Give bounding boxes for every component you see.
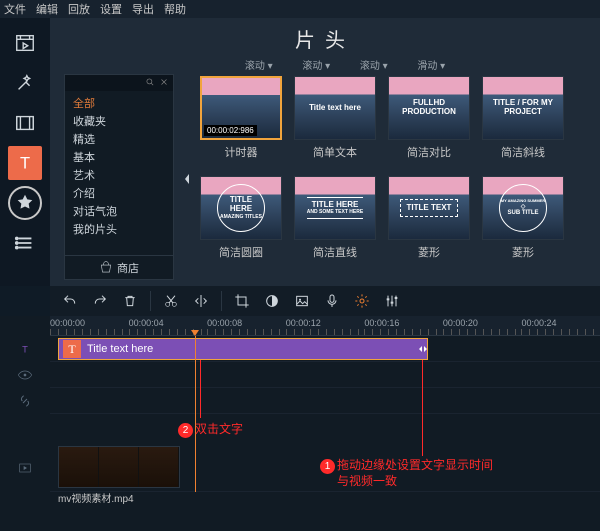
title-preset[interactable]: FULLHD PRODUCTION简洁对比: [386, 76, 472, 168]
sort-tab[interactable]: 滑动 ▾: [417, 57, 445, 72]
empty-track[interactable]: [50, 362, 600, 388]
equalizer-button[interactable]: [380, 289, 404, 313]
category-item[interactable]: 介绍: [73, 185, 165, 203]
mic-button[interactable]: [320, 289, 344, 313]
preset-label: 简洁斜线: [501, 144, 545, 160]
time-ruler[interactable]: 00:00:00 00:00:04 00:00:08 00:00:12 00:00:16…: [50, 316, 600, 336]
timeline-toolbar: [50, 286, 600, 316]
search-icon[interactable]: [145, 77, 155, 90]
title-track[interactable]: T Title text here: [50, 336, 600, 362]
title-preset[interactable]: TITLE HEREAMAZING TITLES简洁圆圈: [198, 176, 284, 268]
timeline: 00:00:00 00:00:04 00:00:08 00:00:12 00:00:16…: [0, 316, 600, 531]
title-preset[interactable]: TITLE TEXT菱形: [386, 176, 472, 268]
cut-button[interactable]: [159, 289, 183, 313]
preset-label: 简单文本: [313, 144, 357, 160]
preset-label: 简洁圆圈: [219, 244, 263, 260]
redo-button[interactable]: [88, 289, 112, 313]
title-clip-icon: T: [63, 340, 81, 358]
close-icon[interactable]: [159, 77, 169, 90]
title-preset[interactable]: MY AMAZING SUMMER◇SUB TITLE菱形: [480, 176, 566, 268]
menu-settings[interactable]: 设置: [100, 1, 122, 17]
media-tab[interactable]: [8, 26, 42, 60]
titles-tab[interactable]: T: [8, 146, 42, 180]
category-item[interactable]: 精选: [73, 131, 165, 149]
annotation-2: 2双击文字: [178, 420, 243, 438]
clip-resize-handle[interactable]: [419, 339, 427, 359]
titles-grid: 00:00:02:986计时器Title text here简单文本FULLHD…: [194, 72, 600, 286]
more-tab[interactable]: [8, 226, 42, 260]
title-preset[interactable]: 00:00:02:986计时器: [198, 76, 284, 168]
ruler-time: 00:00:24: [521, 318, 556, 328]
preset-label: 简洁直线: [313, 244, 357, 260]
effects-tab[interactable]: [8, 66, 42, 100]
category-list: 全部收藏夹精选基本艺术介绍对话气泡我的片头: [65, 91, 173, 255]
menu-help[interactable]: 帮助: [164, 1, 186, 17]
contrast-button[interactable]: [260, 289, 284, 313]
menubar: 文件 编辑 回放 设置 导出 帮助: [0, 0, 600, 18]
ruler-time: 00:00:12: [286, 318, 321, 328]
track-video-icon[interactable]: [0, 444, 50, 492]
title-clip-text: Title text here: [87, 343, 153, 355]
svg-text:T: T: [22, 344, 28, 354]
trash-button[interactable]: [118, 289, 142, 313]
category-item[interactable]: 艺术: [73, 167, 165, 185]
track-text-icon[interactable]: T: [0, 336, 50, 362]
title-preset[interactable]: TITLE / FOR MY PROJECT简洁斜线: [480, 76, 566, 168]
ruler-time: 00:00:00: [50, 318, 85, 328]
track-link-icon[interactable]: [0, 388, 50, 414]
crop-button[interactable]: [230, 289, 254, 313]
menu-file[interactable]: 文件: [4, 1, 26, 17]
preset-label: 计时器: [225, 144, 258, 160]
preset-label: 菱形: [418, 244, 440, 260]
store-button[interactable]: 商店: [65, 255, 173, 279]
category-panel: 全部收藏夹精选基本艺术介绍对话气泡我的片头 商店: [64, 74, 174, 280]
split-button[interactable]: [189, 289, 213, 313]
stickers-tab[interactable]: [8, 186, 42, 220]
menu-playback[interactable]: 回放: [68, 1, 90, 17]
ruler-time: 00:00:08: [207, 318, 242, 328]
category-item[interactable]: 基本: [73, 149, 165, 167]
menu-edit[interactable]: 编辑: [36, 1, 58, 17]
undo-button[interactable]: [58, 289, 82, 313]
title-preset[interactable]: TITLE HEREAND SOME TEXT HERE简洁直线: [292, 176, 378, 268]
empty-track[interactable]: [50, 388, 600, 414]
sort-tab[interactable]: 滚动 ▾: [245, 57, 273, 72]
ruler-time: 00:00:16: [364, 318, 399, 328]
category-item[interactable]: 我的片头: [73, 221, 165, 239]
title-preset[interactable]: Title text here简单文本: [292, 76, 378, 168]
playhead[interactable]: [195, 336, 196, 492]
transitions-tab[interactable]: [8, 106, 42, 140]
menu-export[interactable]: 导出: [132, 1, 154, 17]
annotation-1: 1拖动边缘处设置文字显示时间 与视频一致: [320, 458, 493, 490]
sort-tab[interactable]: 滚动 ▾: [302, 57, 330, 72]
category-item[interactable]: 全部: [73, 95, 165, 113]
track-eye-icon[interactable]: [0, 362, 50, 388]
ruler-time: 00:00:20: [443, 318, 478, 328]
preset-label: 菱形: [512, 244, 534, 260]
preset-label: 简洁对比: [407, 144, 451, 160]
sort-tab[interactable]: 滚动 ▾: [360, 57, 388, 72]
image-button[interactable]: [290, 289, 314, 313]
category-item[interactable]: 收藏夹: [73, 113, 165, 131]
sidebar: T: [0, 18, 50, 286]
ruler-time: 00:00:04: [129, 318, 164, 328]
title-clip[interactable]: T Title text here: [58, 338, 428, 360]
video-clip-filename: mv视频素材.mp4: [58, 490, 134, 505]
video-clip[interactable]: [58, 446, 180, 488]
collapse-icon[interactable]: [180, 72, 194, 286]
sort-tabs: 滚动 ▾ 滚动 ▾ 滚动 ▾ 滑动 ▾: [50, 57, 600, 72]
gear-button[interactable]: [350, 289, 374, 313]
section-title: 片头: [50, 18, 600, 57]
category-item[interactable]: 对话气泡: [73, 203, 165, 221]
svg-text:T: T: [20, 155, 30, 173]
